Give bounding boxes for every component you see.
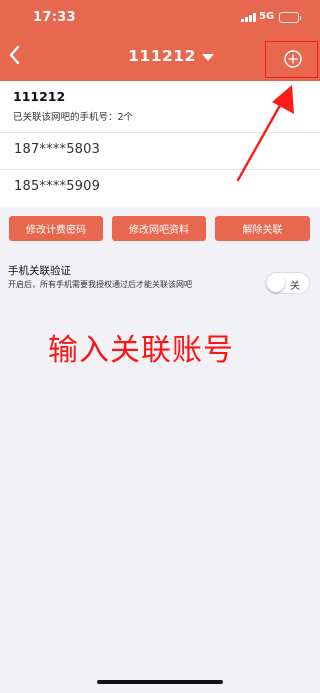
- app-header: 17:33 5G 111212: [0, 0, 320, 81]
- signal-icon: [241, 13, 256, 22]
- cafe-switcher[interactable]: 111212: [106, 47, 214, 65]
- verification-toggle[interactable]: 关: [265, 272, 310, 294]
- caret-down-icon: [201, 53, 214, 61]
- annotation-arrow-icon: [236, 85, 294, 182]
- phone-number: 187****5803: [14, 142, 101, 157]
- edit-cafe-info-button[interactable]: 修改网吧资料: [112, 216, 206, 241]
- battery-icon: [279, 12, 301, 23]
- change-billing-password-button[interactable]: 修改计费密码: [9, 216, 103, 241]
- home-indicator: [97, 680, 223, 684]
- plus-circle-icon: [284, 50, 302, 68]
- chevron-left-icon: [9, 45, 20, 65]
- phone-number: 185****5909: [14, 179, 101, 194]
- nav-bar: 111212: [0, 36, 320, 81]
- status-bar: 17:33 5G: [0, 0, 320, 36]
- action-row: 修改计费密码 修改网吧资料 解除关联: [0, 216, 320, 242]
- verification-title: 手机关联验证: [8, 265, 71, 277]
- linked-count: 已关联该网吧的手机号：2个: [13, 112, 134, 123]
- back-button[interactable]: [7, 43, 23, 67]
- page-title: 111212: [128, 47, 196, 65]
- annotation-text: 输入关联账号: [48, 333, 234, 368]
- cafe-name: 111212: [13, 89, 66, 104]
- verification-description: 开启后，所有手机需要我授权通过后才能关联该网吧: [8, 280, 192, 289]
- status-time: 17:33: [33, 10, 76, 25]
- add-phone-button[interactable]: [265, 41, 318, 78]
- toggle-label: 关: [290, 281, 300, 292]
- network-label: 5G: [259, 11, 275, 22]
- toggle-knob: [267, 274, 285, 292]
- unlink-button[interactable]: 解除关联: [215, 216, 310, 241]
- phone-link-verification: 手机关联验证 开启后，所有手机需要我授权通过后才能关联该网吧 关: [0, 256, 320, 296]
